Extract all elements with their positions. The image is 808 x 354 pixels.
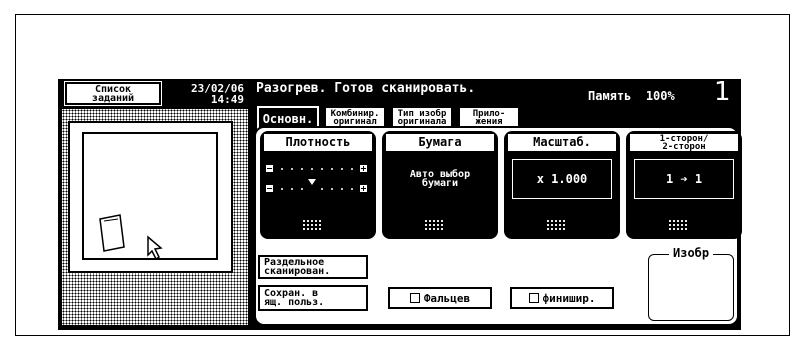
document-arrow-icon xyxy=(99,214,163,261)
paper-more-icon xyxy=(424,219,444,231)
zoom-more-icon xyxy=(546,219,566,231)
duplex-card[interactable]: 1-сторон/ 2-сторон 1 ➔ 1 xyxy=(626,131,742,239)
duplex-more-icon xyxy=(668,219,688,231)
paper-card[interactable]: Бумага Авто выбор бумаги xyxy=(382,131,498,239)
duplex-value: 1 ➔ 1 xyxy=(634,159,734,199)
memory-label: Память xyxy=(588,89,632,103)
zoom-value: x 1.000 xyxy=(512,159,612,199)
copy-count: 1 xyxy=(714,77,731,107)
density-card[interactable]: Плотность xyxy=(260,131,376,239)
save-box-line2: ящ. польз. xyxy=(264,297,325,308)
tab-type-line2: оригинала xyxy=(397,116,447,127)
finish-button[interactable]: финишир. xyxy=(510,287,614,309)
tab-apps-line2: жения xyxy=(475,116,503,127)
duplex-title-line2: 2-сторон xyxy=(662,141,706,152)
zoom-card[interactable]: Масштаб. x 1.000 xyxy=(504,131,620,239)
fold-label: Фальцев xyxy=(423,291,471,305)
tab-basic-label: Основн. xyxy=(262,112,314,126)
density-more-icon xyxy=(302,219,322,231)
save-to-box-button[interactable]: Сохран. в ящ. польз. xyxy=(258,285,368,311)
zoom-title: Масштаб. xyxy=(508,134,616,151)
copier-panel: Список заданий 23/02/06 14:49 Разогрев. … xyxy=(58,77,742,330)
job-list-label-2: заданий xyxy=(91,92,135,104)
memory-indicator: Память 100% xyxy=(588,89,675,103)
finish-checkbox-icon xyxy=(528,293,539,303)
separate-scan-button[interactable]: Раздельное сканирован. xyxy=(258,255,368,279)
paper-value: Авто выбор бумаги xyxy=(390,159,490,199)
fold-button[interactable]: Фальцев xyxy=(388,287,492,309)
paper-title: Бумага xyxy=(386,134,494,151)
job-list-button[interactable]: Список заданий xyxy=(64,81,162,106)
paper-value-line2: бумаги xyxy=(421,178,459,189)
memory-value: 100% xyxy=(645,89,675,103)
time-text: 14:49 xyxy=(210,93,244,106)
finish-label: финишир. xyxy=(542,291,596,305)
screen-frame: Список заданий 23/02/06 14:49 Разогрев. … xyxy=(15,14,790,336)
fold-checkbox-icon xyxy=(409,293,420,303)
density-title: Плотность xyxy=(264,134,372,151)
image-box: Изобр xyxy=(648,246,734,321)
separate-scan-line2: сканирован. xyxy=(264,266,331,277)
duplex-title: 1-сторон/ 2-сторон xyxy=(630,134,738,151)
image-box-label: Изобр xyxy=(669,246,714,260)
datetime: 23/02/06 14:49 xyxy=(164,83,244,105)
tab-combine-line2: оригинал xyxy=(333,116,377,127)
status-message: Разогрев. Готов сканировать. xyxy=(256,81,476,96)
density-scale-icon xyxy=(266,165,367,192)
